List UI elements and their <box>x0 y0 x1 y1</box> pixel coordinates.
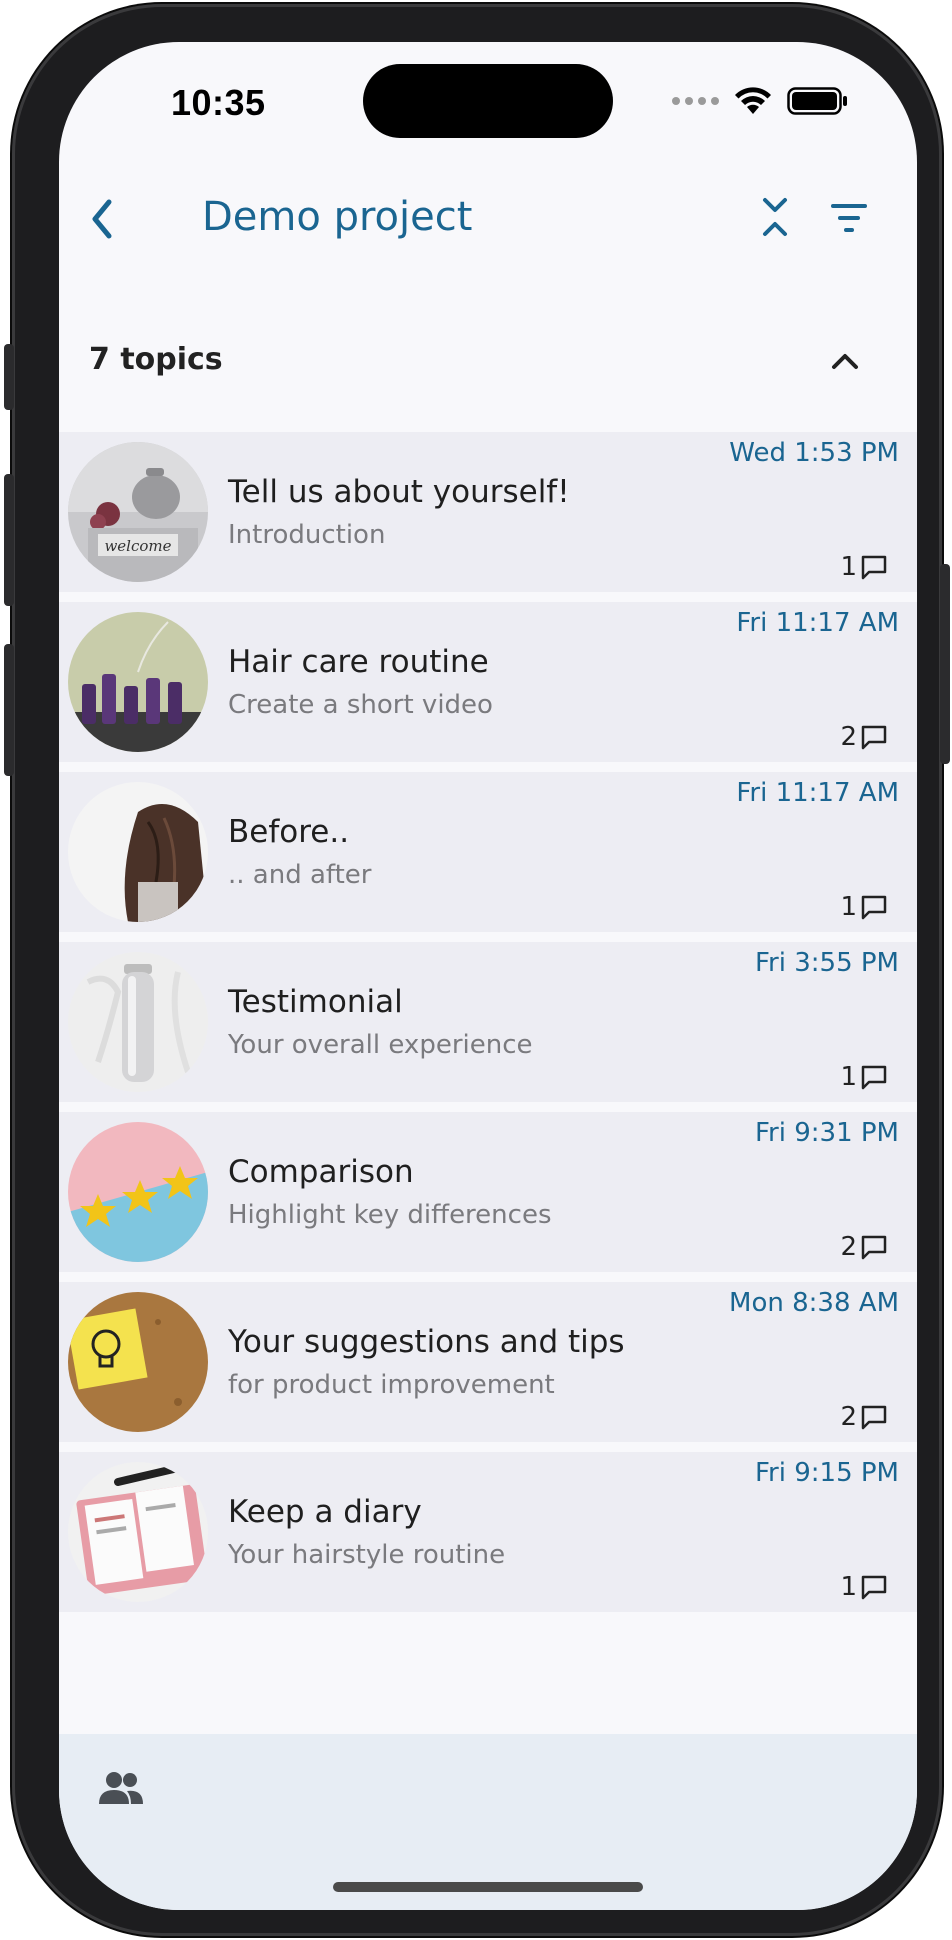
topic-subtitle: Introduction <box>228 520 386 550</box>
screen: 10:35 Demo project 7 topics welcome Tell… <box>59 42 917 1910</box>
topic-row[interactable]: Hair care routine Create a short video F… <box>59 602 917 762</box>
status-time: 10:35 <box>171 82 266 123</box>
top-app-bar: Demo project <box>59 172 917 262</box>
comment-count-value: 1 <box>840 552 857 582</box>
comment-icon <box>861 1405 887 1430</box>
topic-title: Before.. <box>228 814 350 850</box>
topic-subtitle: Create a short video <box>228 690 493 720</box>
topic-thumbnail <box>68 1462 208 1602</box>
comment-count-value: 2 <box>840 722 857 752</box>
comment-count-value: 2 <box>840 1402 857 1432</box>
svg-text:welcome: welcome <box>104 537 171 555</box>
topic-timestamp: Wed 1:53 PM <box>729 438 899 468</box>
topic-timestamp: Fri 11:17 AM <box>736 778 899 808</box>
comment-count-value: 1 <box>840 1572 857 1602</box>
comment-icon <box>861 725 887 750</box>
topic-thumbnail <box>68 612 208 752</box>
comment-icon <box>861 1575 887 1600</box>
comment-icon <box>861 1065 887 1090</box>
topic-title: Testimonial <box>228 984 403 1020</box>
topic-thumbnail <box>68 1292 208 1432</box>
comment-icon <box>861 895 887 920</box>
topic-row[interactable]: Keep a diary Your hairstyle routine Fri … <box>59 1452 917 1612</box>
comment-count: 1 <box>840 1062 889 1092</box>
comment-count: 1 <box>840 552 889 582</box>
topic-timestamp: Fri 11:17 AM <box>736 608 899 638</box>
topic-thumbnail: welcome <box>68 442 208 582</box>
topic-thumbnail <box>68 1122 208 1262</box>
volume-up-button <box>4 474 14 606</box>
topic-thumbnail <box>68 952 208 1092</box>
topic-row[interactable]: Comparison Highlight key differences Fri… <box>59 1112 917 1272</box>
cellular-signal-icon <box>672 97 719 105</box>
power-button <box>940 564 950 764</box>
comment-count: 1 <box>840 1572 889 1602</box>
topic-row[interactable]: Before.. .. and after Fri 11:17 AM 1 <box>59 772 917 932</box>
topic-subtitle: for product improvement <box>228 1370 555 1400</box>
comment-count-value: 2 <box>840 1232 857 1262</box>
status-indicators <box>672 86 849 116</box>
phone-frame: 10:35 Demo project 7 topics welcome Tell… <box>4 4 950 1936</box>
topic-thumbnail <box>68 782 208 922</box>
topics-count: 7 topics <box>89 342 223 377</box>
topic-timestamp: Mon 8:38 AM <box>729 1288 899 1318</box>
topic-title: Tell us about yourself! <box>228 474 570 510</box>
page-title: Demo project <box>202 194 473 240</box>
comment-count: 2 <box>840 1402 889 1432</box>
wifi-icon <box>735 87 771 114</box>
topic-subtitle: .. and after <box>228 860 372 890</box>
topic-title: Your suggestions and tips <box>228 1324 625 1360</box>
dynamic-island <box>363 64 613 138</box>
chevron-up-icon[interactable] <box>829 348 861 374</box>
topic-row[interactable]: Testimonial Your overall experience Fri … <box>59 942 917 1102</box>
topic-timestamp: Fri 9:15 PM <box>754 1458 899 1488</box>
comment-icon <box>861 1235 887 1260</box>
topic-subtitle: Your overall experience <box>228 1030 533 1060</box>
topics-list: welcome Tell us about yourself! Introduc… <box>59 432 917 1622</box>
action-button <box>4 344 14 410</box>
topic-subtitle: Highlight key differences <box>228 1200 552 1230</box>
topics-header[interactable]: 7 topics <box>59 332 917 392</box>
topic-title: Comparison <box>228 1154 414 1190</box>
comment-icon <box>861 555 887 580</box>
topic-timestamp: Fri 9:31 PM <box>754 1118 899 1148</box>
topic-row[interactable]: Your suggestions and tips for product im… <box>59 1282 917 1442</box>
topic-row[interactable]: welcome Tell us about yourself! Introduc… <box>59 432 917 592</box>
topic-subtitle: Your hairstyle routine <box>228 1540 506 1570</box>
people-icon[interactable] <box>97 1770 145 1806</box>
comment-count: 1 <box>840 892 889 922</box>
filter-icon[interactable] <box>829 200 869 236</box>
volume-down-button <box>4 644 14 776</box>
topic-title: Keep a diary <box>228 1494 422 1530</box>
collapse-all-icon[interactable] <box>755 194 795 240</box>
comment-count: 2 <box>840 722 889 752</box>
battery-icon <box>787 87 847 115</box>
back-chevron-icon[interactable] <box>83 194 123 244</box>
topic-timestamp: Fri 3:55 PM <box>754 948 899 978</box>
home-indicator <box>333 1882 643 1892</box>
topic-title: Hair care routine <box>228 644 489 680</box>
comment-count-value: 1 <box>840 1062 857 1092</box>
comment-count-value: 1 <box>840 892 857 922</box>
comment-count: 2 <box>840 1232 889 1262</box>
